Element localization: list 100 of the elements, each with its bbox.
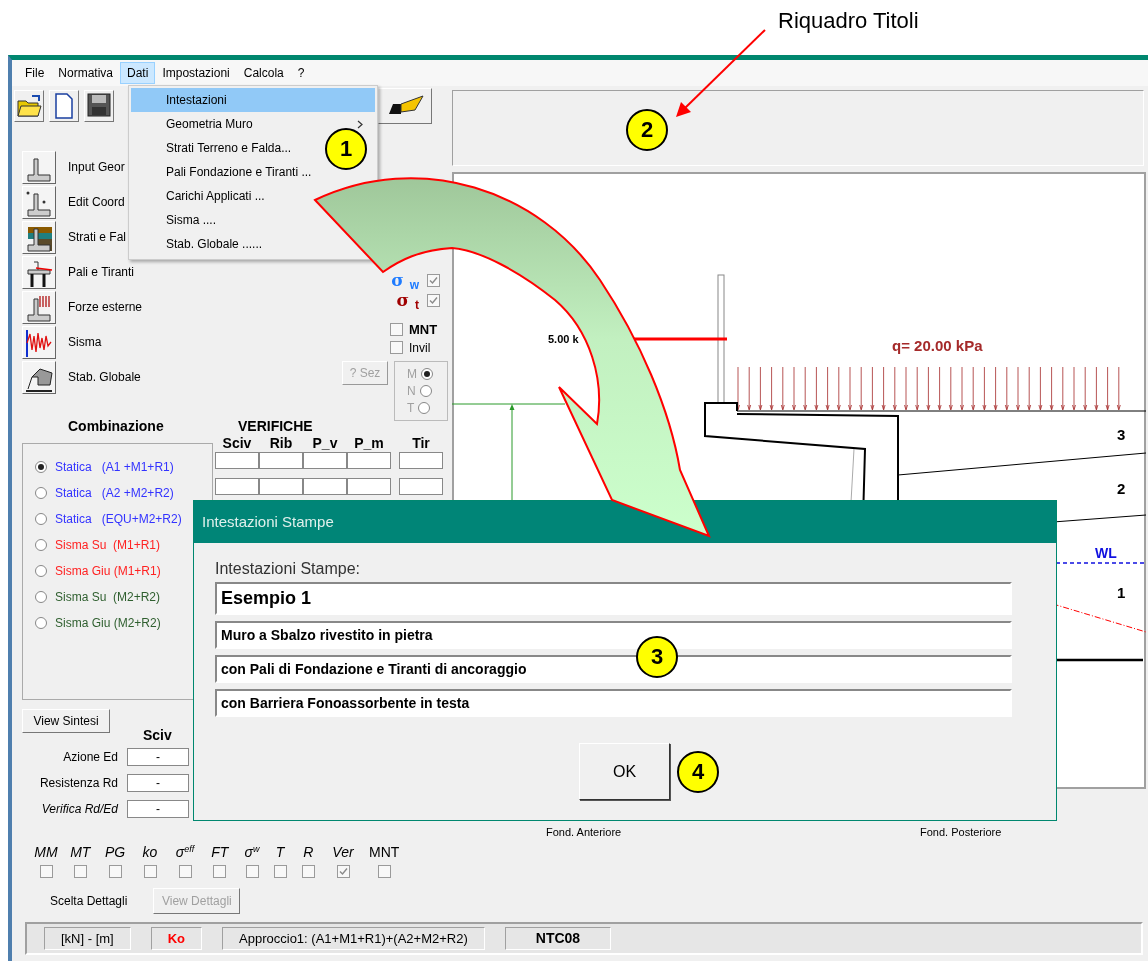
- menu-item[interactable]: Strati Terreno e Falda...: [131, 136, 296, 160]
- sigma-label: σ $_{w}$: [391, 270, 419, 291]
- radio-button[interactable]: [421, 368, 433, 381]
- text-field[interactable]: Esempio 1: [215, 582, 1012, 616]
- checkbox[interactable]: [39, 864, 53, 878]
- toggle-label: σ$^{eff}$: [175, 843, 195, 861]
- column-header: P_m: [354, 434, 384, 451]
- save-icon: [86, 92, 112, 120]
- annotation-label: Riquadro Titoli: [778, 8, 919, 35]
- layer-number: 3: [1117, 426, 1126, 443]
- checkbox[interactable]: [178, 864, 192, 878]
- status-panel: NTC08: [504, 927, 612, 950]
- row-label: Resistenza Rd: [38, 775, 118, 790]
- checkbox[interactable]: [143, 864, 157, 878]
- combination-label: Sisma Giu (M2+R2): [55, 615, 161, 630]
- menu-item[interactable]: Pali Fondazione e Tiranti ...: [131, 160, 316, 184]
- dialog-title: Intestazioni Stampe: [202, 513, 334, 530]
- combination-label: Sisma Giu (M1+R1): [55, 563, 161, 578]
- radio-button[interactable]: [35, 460, 47, 473]
- radio-button[interactable]: [35, 616, 47, 629]
- menu-item[interactable]: Intestazioni: [131, 88, 375, 112]
- checkbox[interactable]: [390, 323, 403, 337]
- tool-label: Input Geor: [68, 160, 125, 175]
- flag-label: MNT: [409, 322, 438, 338]
- row-label: Azione Ed: [62, 749, 118, 764]
- field-label: Intestazioni Stampe:: [215, 560, 360, 577]
- value-field: -: [127, 799, 189, 818]
- menu-item[interactable]: ?: [290, 61, 312, 85]
- result-cell: [215, 451, 259, 469]
- checkbox[interactable]: [427, 294, 440, 308]
- menu-item[interactable]: Normativa: [51, 61, 121, 85]
- section-heading: VERIFICHE: [238, 418, 313, 434]
- radio-button[interactable]: [35, 590, 47, 603]
- radio-button[interactable]: [419, 385, 432, 398]
- ok-button[interactable]: OK: [579, 743, 670, 801]
- menu-item[interactable]: Stab. Globale ......: [131, 232, 267, 256]
- load-label: q= 20.00 kPa: [892, 337, 983, 354]
- toggle-label: PG: [104, 843, 126, 861]
- tool-label: Sisma: [68, 335, 102, 350]
- radio-button[interactable]: [35, 564, 47, 577]
- column-header: Rib: [269, 434, 293, 451]
- combination-label: Sisma Su (M2+R2): [55, 589, 161, 604]
- tool-button[interactable]: [22, 361, 56, 394]
- menu-item[interactable]: File: [18, 61, 52, 85]
- radio-button[interactable]: [35, 512, 47, 525]
- checkbox[interactable]: [427, 273, 440, 287]
- radio-button[interactable]: [35, 486, 47, 499]
- menu-item[interactable]: Dati: [120, 61, 156, 85]
- tool-button[interactable]: [22, 221, 56, 254]
- option-label: M: [407, 367, 417, 382]
- checkbox[interactable]: [301, 864, 315, 878]
- checkbox[interactable]: [336, 864, 350, 878]
- combination-label: Statica (EQU+M2+R2): [55, 511, 182, 526]
- checkbox[interactable]: [73, 864, 87, 878]
- tool-label: Stab. Globale: [68, 370, 141, 385]
- menu-item[interactable]: Carichi Applicati ...: [131, 184, 269, 208]
- view-summary-button[interactable]: View Sintesi: [22, 708, 110, 733]
- option-label: N: [407, 384, 416, 399]
- menu-item[interactable]: Calcola: [236, 61, 291, 85]
- toolbar-button[interactable]: [84, 90, 114, 122]
- toggle-label: MM: [34, 843, 58, 861]
- tool-button[interactable]: [22, 256, 56, 289]
- status-panel: Approccio1: (A1+M1+R1)+(A2+M2+R2): [222, 927, 485, 950]
- checkbox[interactable]: [213, 864, 227, 878]
- column-header: Sciv: [143, 726, 172, 743]
- combination-label: Statica (A2 +M2+R2): [55, 485, 174, 500]
- water-level-label: WL: [1095, 545, 1117, 561]
- result-cell: [347, 451, 391, 469]
- result-cell: [303, 451, 347, 469]
- result-cell: [259, 477, 303, 495]
- details-label: Scelta Dettagli: [50, 893, 128, 908]
- checkbox[interactable]: [273, 864, 287, 878]
- option-label: T: [407, 401, 415, 416]
- value-field: -: [127, 773, 189, 792]
- section-heading: Combinazione: [68, 418, 164, 434]
- checkbox[interactable]: [377, 864, 391, 878]
- combination-label: Statica (A1 +M1+R1): [55, 459, 174, 474]
- toggle-label: FT: [211, 843, 229, 861]
- checkbox[interactable]: [245, 864, 259, 878]
- menu-item[interactable]: Sisma ....: [131, 208, 220, 232]
- tool-button[interactable]: [22, 326, 56, 359]
- folder-icon: [16, 92, 42, 120]
- text-field[interactable]: Muro a Sbalzo rivestito in pietra: [215, 621, 1012, 650]
- radio-button[interactable]: [35, 538, 47, 551]
- menu-item[interactable]: Impostazioni: [155, 61, 237, 85]
- checkbox[interactable]: [108, 864, 122, 878]
- radio-button[interactable]: [418, 402, 431, 415]
- toolbar-button[interactable]: [14, 90, 44, 122]
- layer-number: 1: [1117, 584, 1126, 601]
- force-label: 5.00 k: [548, 333, 579, 345]
- status-panel: [kN] - [m]: [44, 927, 131, 950]
- tool-label: Forze esterne: [68, 300, 143, 315]
- tool-label: Pali e Tiranti: [68, 265, 135, 280]
- checkbox[interactable]: [390, 341, 403, 355]
- toolbar-button[interactable]: [378, 88, 432, 124]
- layer-number: 2: [1117, 480, 1126, 497]
- text-field[interactable]: con Barriera Fonoassorbente in testa: [215, 689, 1012, 718]
- result-cell: [399, 451, 443, 469]
- foundation-label: Fond. Anteriore: [546, 826, 622, 838]
- value-field: -: [127, 747, 189, 766]
